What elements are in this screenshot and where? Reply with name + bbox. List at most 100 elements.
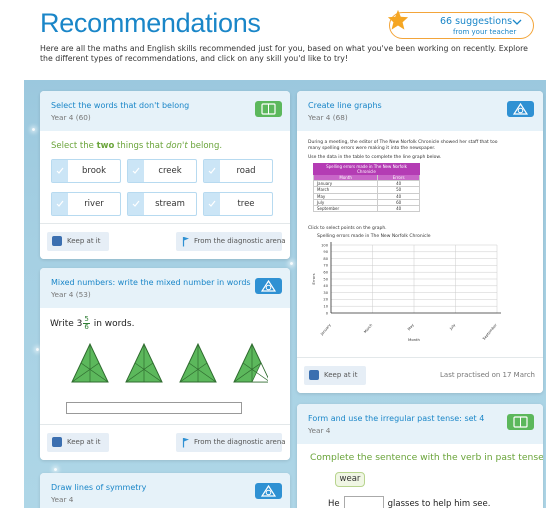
answer-input[interactable] xyxy=(66,402,242,414)
suggestions-count: 66 suggestions xyxy=(440,16,513,27)
keep-at-it-button[interactable]: Keep at it xyxy=(304,366,366,385)
card-footer: Keep at it Last practised on 17 March xyxy=(297,357,543,393)
card-line-graphs[interactable]: Create line graphs Year 4 (68) During a … xyxy=(297,91,543,393)
triangle-whole xyxy=(71,342,109,383)
book-icon xyxy=(513,416,528,428)
flag-icon xyxy=(182,438,189,448)
page-title: Recommendations xyxy=(40,8,261,38)
star-icon xyxy=(387,9,409,30)
card-header[interactable]: Draw lines of symmetry Year 4 xyxy=(40,473,290,508)
keep-at-it-button[interactable]: Keep at it xyxy=(47,433,109,452)
shapes-icon xyxy=(513,103,528,115)
card-title[interactable]: Select the words that don't belong xyxy=(51,101,189,110)
card-dont-belong[interactable]: Select the words that don't belong Year … xyxy=(40,91,290,259)
card-subtitle: Year 4 (68) xyxy=(308,113,348,122)
card-subtitle: Year 4 (53) xyxy=(51,290,91,299)
problem-paragraph: During a meeting, the editor of The New … xyxy=(308,140,498,151)
sentence: He glasses to help him see. xyxy=(328,496,490,508)
question-instruction: Complete the sentence with the verb in p… xyxy=(310,452,543,463)
sparkle xyxy=(290,262,293,265)
shapes-icon xyxy=(261,280,276,292)
graph-title: Spelling errors made in The New Norfolk … xyxy=(317,234,431,239)
question-text: Write 356 in words. xyxy=(50,315,135,331)
card-mixed-numbers[interactable]: Mixed numbers: write the mixed number in… xyxy=(40,268,290,460)
maths-badge xyxy=(255,483,282,499)
answer-input[interactable] xyxy=(343,496,384,508)
triangle-whole xyxy=(125,342,163,383)
table-row: September 40 xyxy=(312,204,420,213)
y-tick-label: 50 xyxy=(323,277,328,281)
data-table: Spelling errors made in The New Norfolk … xyxy=(312,163,420,213)
card-footer: Keep at it From the diagnostic arena xyxy=(40,424,290,460)
option-stream[interactable]: stream xyxy=(127,192,197,216)
option-tree[interactable]: tree xyxy=(203,192,273,216)
sparkle xyxy=(32,128,35,131)
card-header[interactable]: Mixed numbers: write the mixed number in… xyxy=(40,268,290,308)
suggestions-from: from your teacher xyxy=(453,28,517,36)
check-icon xyxy=(208,167,216,174)
card-title[interactable]: Create line graphs xyxy=(308,101,382,110)
maths-badge xyxy=(507,101,534,117)
use-data-text: Use the data in the table to complete th… xyxy=(308,155,442,160)
maths-badge xyxy=(255,278,282,294)
option-road[interactable]: road xyxy=(203,159,273,183)
x-tick-label: March xyxy=(363,323,373,334)
verb-chip: wear xyxy=(335,472,365,487)
y-tick-label: 80 xyxy=(323,257,328,261)
card-subtitle: Year 4 (60) xyxy=(51,113,91,122)
question-instruction: Select the two things that don't belong. xyxy=(51,141,223,151)
sparkle xyxy=(54,468,57,471)
y-tick-label: 40 xyxy=(323,284,328,288)
click-instruction: Click to select points on the graph. xyxy=(308,226,387,231)
english-badge xyxy=(255,101,282,117)
chevron-down-icon xyxy=(512,19,522,25)
card-title[interactable]: Mixed numbers: write the mixed number in… xyxy=(51,278,251,287)
check-icon xyxy=(208,200,216,207)
keep-at-it-icon xyxy=(52,437,62,447)
book-icon xyxy=(261,103,276,115)
line-graph-grid[interactable]: 1009080706050403020100January March May Jul… xyxy=(307,241,507,345)
flag-icon xyxy=(182,237,189,247)
x-axis-label: Month xyxy=(408,337,420,342)
triangle-whole xyxy=(179,342,217,383)
y-tick-label: 30 xyxy=(323,291,328,295)
x-tick-label: September xyxy=(482,323,498,341)
intro-text: Here are all the maths and English skill… xyxy=(40,44,528,63)
y-tick-label: 20 xyxy=(323,298,328,302)
keep-at-it-icon xyxy=(309,370,319,380)
card-subtitle: Year 4 xyxy=(308,426,331,435)
keep-at-it-icon xyxy=(52,236,62,246)
card-header[interactable]: Form and use the irregular past tense: s… xyxy=(297,404,543,444)
x-tick-label: May xyxy=(407,322,415,331)
diagnostic-arena-button[interactable]: From the diagnostic arena xyxy=(176,433,286,452)
page-header: Recommendations Here are all the maths a… xyxy=(0,0,546,80)
sparkle xyxy=(36,348,39,351)
y-tick-label: 0 xyxy=(326,311,329,315)
card-header[interactable]: Create line graphs Year 4 (68) xyxy=(297,91,543,131)
option-creek[interactable]: creek xyxy=(127,159,197,183)
english-badge xyxy=(507,414,534,430)
x-tick-label: July xyxy=(448,322,456,331)
shapes-icon xyxy=(261,485,276,497)
y-tick-label: 60 xyxy=(323,271,328,275)
option-river[interactable]: river xyxy=(51,192,121,216)
check-icon xyxy=(132,167,140,174)
card-footer: Keep at it From the diagnostic arena xyxy=(40,223,290,259)
fraction-triangles xyxy=(71,342,268,383)
card-subtitle: Year 4 xyxy=(51,495,74,504)
y-tick-label: 70 xyxy=(323,264,328,268)
card-header[interactable]: Select the words that don't belong Year … xyxy=(40,91,290,131)
suggestions-dropdown[interactable]: 66 suggestions from your teacher xyxy=(387,9,534,39)
fraction: 56 xyxy=(83,315,90,331)
keep-at-it-button[interactable]: Keep at it xyxy=(47,232,109,251)
triangle-five-sixths xyxy=(233,342,268,383)
card-symmetry[interactable]: Draw lines of symmetry Year 4 xyxy=(40,473,290,508)
x-tick-label: January xyxy=(319,322,332,336)
option-brook[interactable]: brook xyxy=(51,159,121,183)
y-tick-label: 90 xyxy=(323,250,328,254)
check-icon xyxy=(56,200,64,207)
diagnostic-arena-button[interactable]: From the diagnostic arena xyxy=(176,232,286,251)
card-title[interactable]: Form and use the irregular past tense: s… xyxy=(308,414,484,423)
card-past-tense[interactable]: Form and use the irregular past tense: s… xyxy=(297,404,543,508)
card-title[interactable]: Draw lines of symmetry xyxy=(51,483,146,492)
